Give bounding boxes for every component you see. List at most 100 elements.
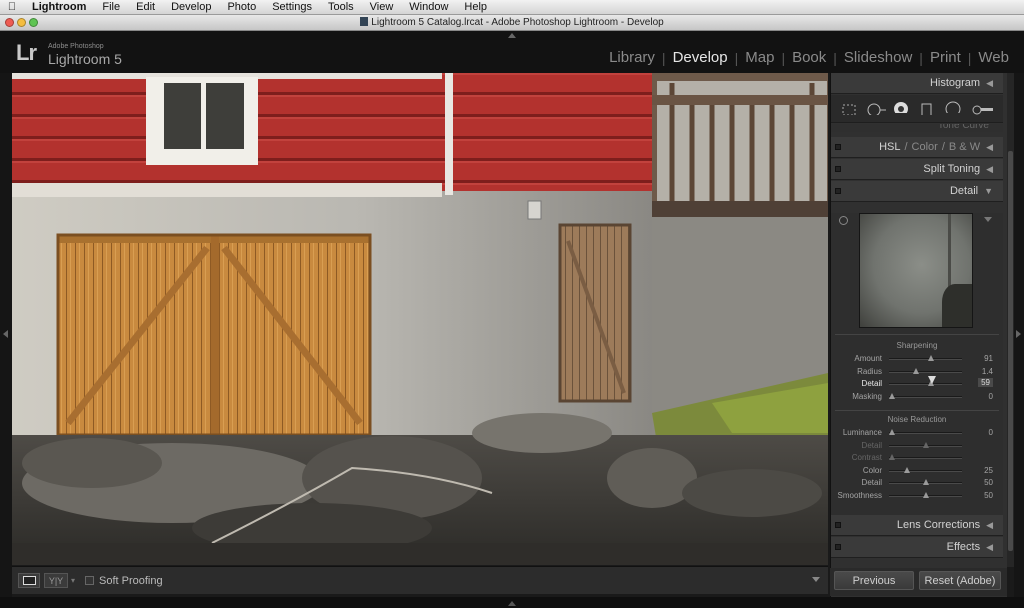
sharpen-radius-slider-handle[interactable] <box>913 367 919 374</box>
module-slideshow[interactable]: Slideshow <box>837 49 919 66</box>
preview-shadow <box>942 284 972 327</box>
menu-tools[interactable]: Tools <box>320 1 362 13</box>
sharpen-masking-slider-handle[interactable] <box>888 392 895 399</box>
module-print[interactable]: Print <box>923 49 968 66</box>
menu-help[interactable]: Help <box>456 1 495 13</box>
menu-edit[interactable]: Edit <box>128 1 163 13</box>
effects-panel-header[interactable]: Effects ◀ <box>831 537 1003 558</box>
menu-window[interactable]: Window <box>401 1 456 13</box>
top-panel-toggle-icon[interactable] <box>508 33 516 38</box>
hsl-panel-switch[interactable] <box>835 144 841 150</box>
lens-corrections-collapse-icon[interactable]: ◀ <box>986 520 993 531</box>
sharpen-amount-value[interactable]: 91 <box>984 354 993 363</box>
before-after-dropdown-icon[interactable]: ▾ <box>71 576 75 585</box>
adjustment-brush-icon[interactable] <box>971 103 995 115</box>
left-panel-toggle-icon[interactable] <box>3 330 8 338</box>
detail-title: Detail <box>949 185 979 197</box>
color-tab[interactable]: Color <box>912 141 938 153</box>
toolbar-content-dropdown-icon[interactable] <box>812 577 820 582</box>
sharpen-masking-slider[interactable] <box>888 392 962 399</box>
noise-smoothness-slider[interactable] <box>889 492 962 498</box>
effects-switch[interactable] <box>835 544 841 550</box>
lens-corrections-panel-header[interactable]: Lens Corrections ◀ <box>831 515 1003 536</box>
menu-settings[interactable]: Settings <box>264 1 320 13</box>
divider <box>835 334 999 335</box>
effects-collapse-icon[interactable]: ◀ <box>986 542 993 553</box>
noise-color-slider-handle[interactable] <box>904 466 911 473</box>
loupe-view-button[interactable] <box>18 573 40 588</box>
noise-luminance-value[interactable]: 0 <box>989 428 993 437</box>
hsl-collapse-icon[interactable]: ◀ <box>986 142 993 153</box>
sharpen-amount-slider-handle[interactable] <box>928 355 935 361</box>
red-eye-icon[interactable] <box>893 101 909 113</box>
identity-plate: Adobe Photoshop Lightroom 5 <box>48 43 122 67</box>
panel-scrollbar[interactable] <box>1007 73 1014 567</box>
radial-filter-icon[interactable] <box>945 101 961 113</box>
histogram-panel-header[interactable]: Histogram ◀ <box>831 73 1003 94</box>
menu-view[interactable]: View <box>362 1 402 13</box>
reset-button[interactable]: Reset (Adobe) <box>919 571 1001 590</box>
split-toning-panel-header[interactable]: Split Toning ◀ <box>831 159 1003 180</box>
hsl-panel-header[interactable]: HSL / Color / B & W ◀ <box>831 137 1003 158</box>
detail-zoom-preview[interactable] <box>859 213 973 328</box>
right-panel-toggle-icon[interactable] <box>1016 330 1021 338</box>
menu-photo[interactable]: Photo <box>219 1 264 13</box>
noise-luminance-slider-row: Luminance 0 <box>831 426 1003 438</box>
module-develop[interactable]: Develop <box>666 49 735 66</box>
menu-develop[interactable]: Develop <box>163 1 219 13</box>
module-book[interactable]: Book <box>785 49 833 66</box>
preview-toggle-icon[interactable] <box>984 217 992 222</box>
before-after-button[interactable]: Y|Y <box>44 573 68 588</box>
mac-menubar:  Lightroom File Edit Develop Photo Sett… <box>0 0 1024 15</box>
panel-scrollbar-thumb[interactable] <box>1008 151 1013 551</box>
bw-tab[interactable]: B & W <box>949 141 980 153</box>
effects-title: Effects <box>946 541 981 553</box>
noise-color-value[interactable]: 25 <box>984 466 993 475</box>
module-web[interactable]: Web <box>971 49 1016 66</box>
crop-overlay-icon[interactable] <box>841 103 857 115</box>
split-toning-collapse-icon[interactable]: ◀ <box>986 164 993 175</box>
sharpen-radius-slider[interactable] <box>889 367 962 374</box>
brand-label: Adobe Photoshop <box>48 43 104 50</box>
soft-proofing-checkbox[interactable] <box>85 576 95 585</box>
lens-corrections-switch[interactable] <box>835 522 841 528</box>
sharpen-radius-slider-row: Radius 1.4 <box>831 365 1003 377</box>
noise-color-slider[interactable] <box>889 466 962 473</box>
detail-panel-header[interactable]: Detail ▼ <box>831 181 1003 202</box>
noise-detail-label: Detail <box>861 440 882 450</box>
sharpen-radius-value[interactable]: 1.4 <box>982 367 993 376</box>
tone-curve-header-partial[interactable]: Tone Curve <box>831 124 1003 132</box>
noise-luminance-slider[interactable] <box>888 429 962 435</box>
detail-target-icon[interactable] <box>839 216 848 225</box>
apple-icon[interactable]:  <box>0 1 24 13</box>
module-library[interactable]: Library <box>602 49 662 66</box>
sharpen-amount-slider[interactable] <box>889 355 962 361</box>
sharpen-masking-value[interactable]: 0 <box>989 392 993 401</box>
graduated-filter-icon[interactable] <box>921 103 933 115</box>
hsl-separator-2: / <box>941 141 945 153</box>
menu-app-name[interactable]: Lightroom <box>24 1 94 13</box>
histogram-collapse-icon[interactable]: ◀ <box>986 78 993 89</box>
sharpen-detail-value[interactable]: 59 <box>978 378 993 388</box>
previous-button[interactable]: Previous <box>834 571 914 590</box>
spot-removal-icon[interactable] <box>867 103 887 115</box>
noise-smoothness-label: Smoothness <box>837 491 882 500</box>
noise-detail-2-slider-handle[interactable] <box>922 479 929 486</box>
sharpen-detail-slider[interactable] <box>889 380 962 387</box>
sharpen-amount-slider-row: Amount 91 <box>831 352 1003 364</box>
noise-detail-2-slider[interactable] <box>889 479 962 486</box>
noise-smoothness-value[interactable]: 50 <box>984 491 993 500</box>
split-toning-switch[interactable] <box>835 166 841 172</box>
detail-panel-switch[interactable] <box>835 188 841 194</box>
photo-canvas[interactable] <box>12 73 828 565</box>
window-title: Lightroom 5 Catalog.lrcat - Adobe Photos… <box>0 17 1024 28</box>
menu-file[interactable]: File <box>94 1 128 13</box>
module-map[interactable]: Map <box>738 49 781 66</box>
detail-expand-icon[interactable]: ▼ <box>984 186 993 196</box>
noise-detail-2-value[interactable]: 50 <box>984 478 993 487</box>
sharpen-masking-slider-row: Masking 0 <box>831 390 1003 402</box>
noise-luminance-slider-handle[interactable] <box>888 429 895 435</box>
noise-smoothness-slider-handle[interactable] <box>922 492 929 498</box>
filmstrip-toggle-icon[interactable] <box>508 601 516 606</box>
hsl-tab[interactable]: HSL <box>879 141 900 153</box>
